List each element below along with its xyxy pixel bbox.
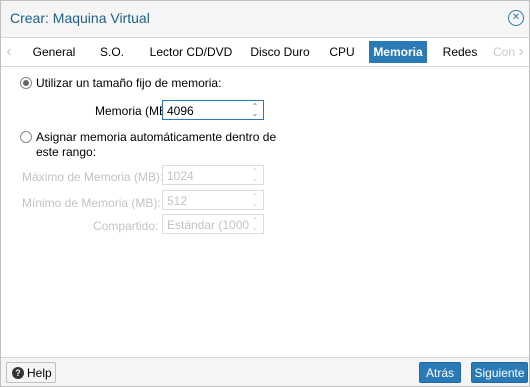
- max-memory-value: 1024: [167, 169, 194, 183]
- min-memory-input[interactable]: 512 ⌃ ⌄: [162, 190, 264, 210]
- min-memory-value: 512: [167, 194, 188, 208]
- create-vm-dialog: Crear: Maquina Virtual ✕ ‹ General S.O. …: [0, 0, 530, 387]
- help-button[interactable]: ? Help: [6, 362, 56, 383]
- memory-mb-value: 4096: [167, 104, 194, 118]
- tab-bar: ‹ General S.O. Lector CD/DVD Disco Duro …: [1, 38, 529, 67]
- help-button-label: Help: [27, 366, 52, 380]
- shares-select[interactable]: Estándar (1000 ⌃ ⌄: [162, 214, 264, 234]
- shares-value: Estándar (1000: [167, 218, 250, 232]
- chevron-left-icon[interactable]: ‹: [4, 44, 14, 60]
- max-memory-label: Máximo de Memoria (MB):: [22, 170, 164, 184]
- tab-hard-disk[interactable]: Disco Duro: [246, 40, 314, 64]
- fixed-memory-label: Utilizar un tamaño fijo de memoria:: [36, 76, 222, 90]
- auto-memory-label-line1: Asignar memoria automáticamente dentro d…: [36, 130, 277, 144]
- dialog-titlebar: Crear: Maquina Virtual ✕: [1, 1, 529, 38]
- tab-general[interactable]: General: [29, 40, 79, 64]
- shares-label: Compartido:: [93, 219, 159, 233]
- next-button-label: Siguiente: [474, 366, 525, 380]
- tab-memory[interactable]: Memoria: [369, 41, 427, 63]
- spinner-icon[interactable]: ⌃ ⌄: [250, 193, 260, 208]
- tab-cpu[interactable]: CPU: [323, 40, 361, 64]
- chevron-right-icon[interactable]: ›: [516, 44, 526, 60]
- auto-memory-label-line2: este rango:: [36, 145, 97, 159]
- tab-network[interactable]: Redes: [435, 40, 485, 64]
- next-button[interactable]: Siguiente: [471, 362, 528, 383]
- dialog-footer: ? Help Atrás Siguiente: [1, 357, 529, 386]
- min-memory-label: Mínimo de Memoria (MB):: [22, 196, 161, 210]
- dialog-title: Crear: Maquina Virtual: [10, 10, 150, 26]
- close-icon[interactable]: ✕: [508, 10, 524, 26]
- spinner-icon[interactable]: ⌃ ⌄: [250, 168, 260, 183]
- fixed-memory-radio[interactable]: [20, 77, 32, 89]
- back-button[interactable]: Atrás: [419, 362, 461, 383]
- max-memory-input[interactable]: 1024 ⌃ ⌄: [162, 165, 264, 185]
- memory-mb-input[interactable]: 4096 ⌃ ⌄: [162, 100, 264, 120]
- tab-os[interactable]: S.O.: [92, 40, 132, 64]
- tab-cd-dvd[interactable]: Lector CD/DVD: [145, 40, 237, 64]
- back-button-label: Atrás: [425, 366, 454, 380]
- spinner-icon[interactable]: ⌃ ⌄: [250, 103, 260, 118]
- spinner-icon[interactable]: ⌃ ⌄: [250, 217, 260, 232]
- question-circle-icon: ?: [12, 367, 24, 379]
- auto-memory-radio[interactable]: [20, 131, 32, 143]
